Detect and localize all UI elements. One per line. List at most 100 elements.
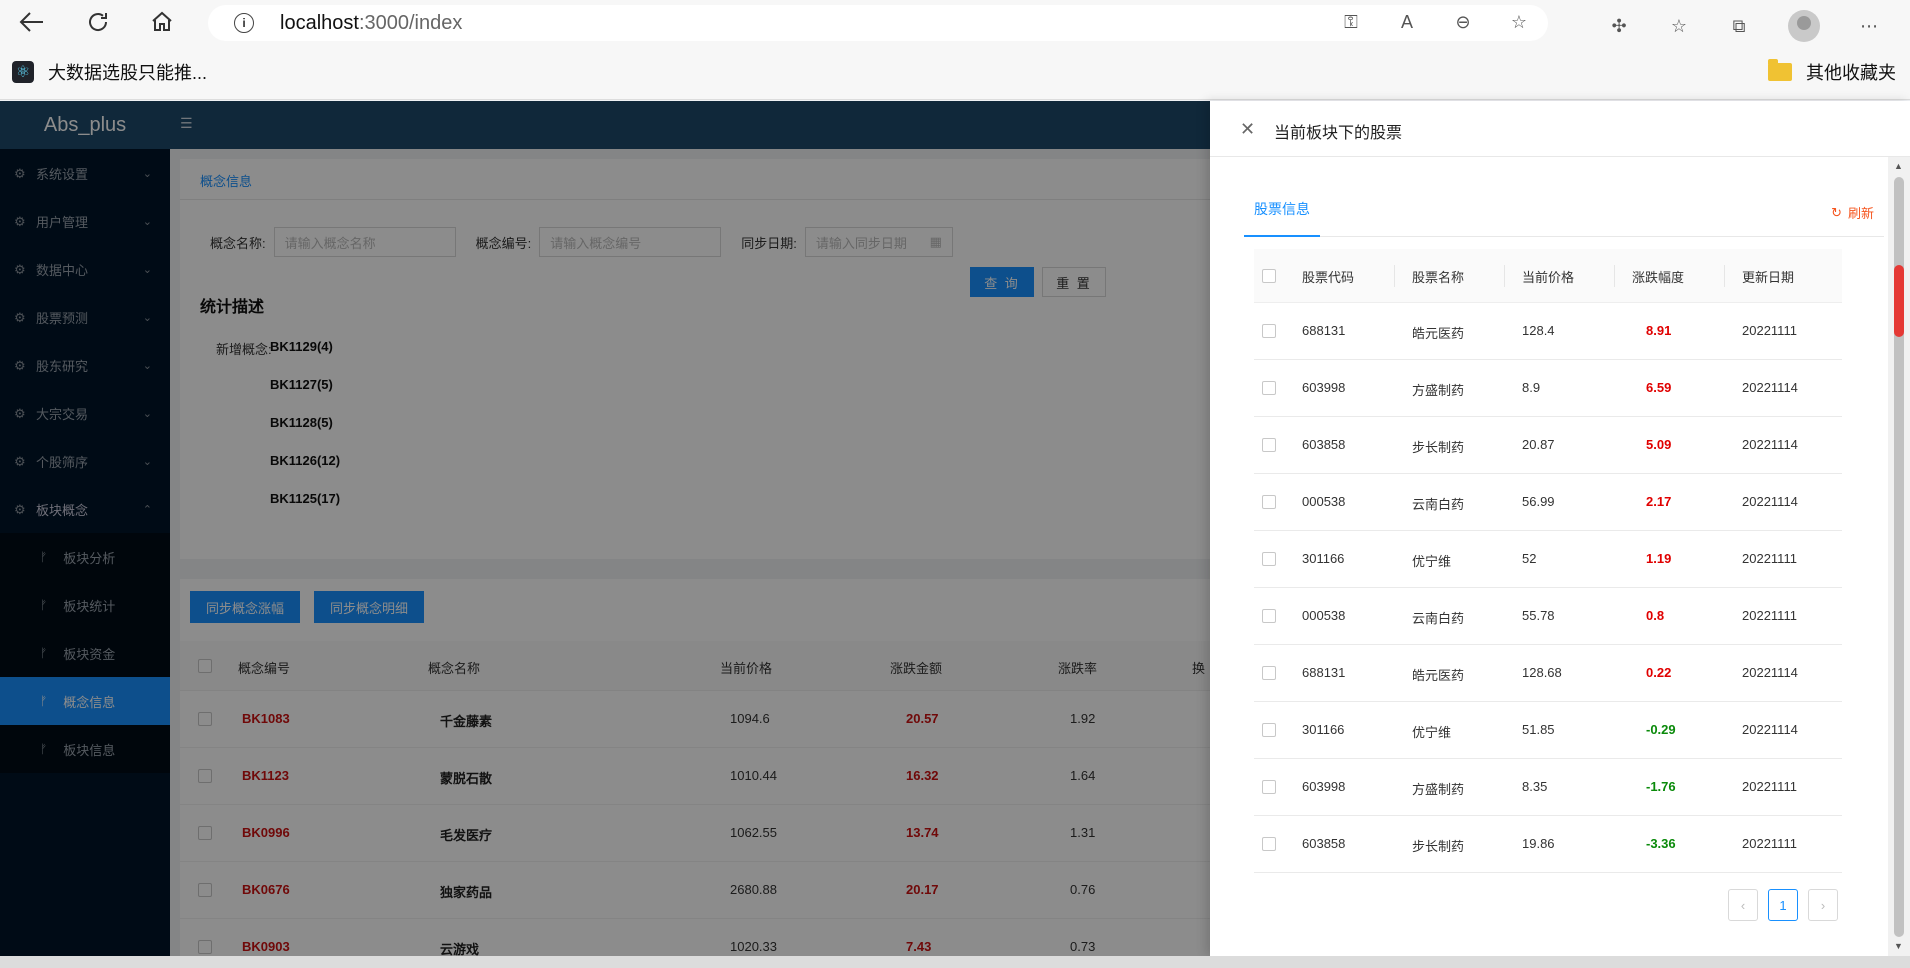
close-icon[interactable]: ✕ <box>1240 119 1255 140</box>
next-page-button[interactable]: › <box>1808 889 1838 921</box>
scroll-thumb[interactable] <box>1894 265 1904 337</box>
row-checkbox[interactable] <box>1262 780 1276 794</box>
row-checkbox[interactable] <box>1262 609 1276 623</box>
zoom-out-icon[interactable]: ⊖ <box>1452 11 1474 33</box>
extensions-icon[interactable]: ✣ <box>1608 15 1630 37</box>
header-current-price[interactable]: 当前价格 <box>1522 267 1574 286</box>
stock-price-cell: 19.86 <box>1522 836 1555 851</box>
stock-name-cell: 步长制药 <box>1412 440 1465 455</box>
address-bar[interactable]: i localhost:3000/index ⚿ A ⊖ ☆ <box>208 5 1548 41</box>
column-separator <box>1394 265 1395 287</box>
stock-code-cell: 603998 <box>1302 380 1346 395</box>
reload-button[interactable] <box>76 0 120 44</box>
stock-row[interactable]: 603858 步长制药 20.87 5.09 20221114 <box>1254 417 1842 474</box>
stock-row[interactable]: 603998 方盛制药 8.9 6.59 20221114 <box>1254 360 1842 417</box>
bookmarks-bar: ⚛ 大数据选股只能推... 其他收藏夹 <box>0 45 1910 100</box>
row-checkbox[interactable] <box>1262 381 1276 395</box>
header-change-percent[interactable]: 涨跌幅度 <box>1632 267 1684 286</box>
stock-code-cell: 301166 <box>1302 551 1345 566</box>
home-button[interactable] <box>140 0 184 44</box>
stock-code-cell: 301166 <box>1302 722 1345 737</box>
stock-row[interactable]: 688131 皓元医药 128.4 8.91 20221111 <box>1254 303 1842 360</box>
stock-price-cell: 8.9 <box>1522 380 1541 395</box>
stock-row[interactable]: 301166 优宁维 52 1.19 20221111 <box>1254 531 1842 588</box>
refresh-icon: ↻ <box>1831 204 1842 220</box>
scroll-down-icon[interactable]: ▼ <box>1894 941 1903 951</box>
column-separator <box>1614 265 1615 287</box>
more-icon[interactable]: ⋯ <box>1858 15 1880 37</box>
drawer-scrollbar[interactable]: ▲ ▼ <box>1888 157 1910 956</box>
reload-icon <box>89 13 108 31</box>
favorites-icon[interactable]: ☆ <box>1668 15 1690 37</box>
folder-icon <box>1768 59 1792 81</box>
stock-row[interactable]: 000538 云南白药 56.99 2.17 20221114 <box>1254 474 1842 531</box>
stock-price-cell: 56.99 <box>1522 494 1555 509</box>
stock-date-cell: 20221111 <box>1742 608 1797 623</box>
refresh-button[interactable]: ↻ 刷新 <box>1831 203 1874 222</box>
stock-name-cell: 皓元医药 <box>1412 326 1465 341</box>
key-icon[interactable]: ⚿ <box>1340 11 1362 33</box>
row-checkbox[interactable] <box>1262 837 1276 851</box>
stock-change-cell: 2.17 <box>1646 494 1672 509</box>
select-all-checkbox[interactable] <box>1262 269 1276 283</box>
page-number-button[interactable]: 1 <box>1768 889 1798 921</box>
stock-row[interactable]: 000538 云南白药 55.78 0.8 20221111 <box>1254 588 1842 645</box>
drawer-tabs: 股票信息 ↻ 刷新 <box>1244 199 1884 237</box>
stock-change-cell: 1.19 <box>1646 551 1672 566</box>
bookmark-item[interactable]: ⚛ 大数据选股只能推... <box>12 59 207 85</box>
stock-date-cell: 20221111 <box>1742 836 1797 851</box>
stock-price-cell: 52 <box>1522 551 1537 566</box>
row-checkbox[interactable] <box>1262 552 1276 566</box>
add-favorite-icon[interactable]: ☆ <box>1508 11 1530 33</box>
collections-icon[interactable]: ⧉ <box>1728 15 1750 37</box>
stock-code-cell: 000538 <box>1302 494 1346 509</box>
stock-change-cell: -1.76 <box>1646 779 1676 794</box>
stock-price-cell: 128.4 <box>1522 323 1555 338</box>
stock-name-cell: 云南白药 <box>1412 497 1465 512</box>
row-checkbox[interactable] <box>1262 723 1276 737</box>
back-button[interactable] <box>10 0 54 44</box>
row-checkbox[interactable] <box>1262 495 1276 509</box>
stock-change-cell: 5.09 <box>1646 437 1672 452</box>
stock-date-cell: 20221114 <box>1742 380 1798 395</box>
stock-code-cell: 603858 <box>1302 836 1346 851</box>
other-bookmarks[interactable]: 其他收藏夹 <box>1768 59 1896 85</box>
stock-row[interactable]: 603998 方盛制药 8.35 -1.76 20221111 <box>1254 759 1842 816</box>
stock-row[interactable]: 603858 步长制药 19.86 -3.36 20221111 <box>1254 816 1842 873</box>
app-root: Abs_plus ⚙ 系统设置 ⌄ ⚙ 用户管理 ⌄ ⚙ 数据中心 ⌄ ⚙ 股票预测 ⌄ ⚙ 股东… <box>0 101 1910 959</box>
drawer-mask[interactable] <box>0 101 1210 956</box>
read-aloud-icon[interactable]: A <box>1396 11 1418 33</box>
stock-date-cell: 20221111 <box>1742 551 1797 566</box>
stock-date-cell: 20221114 <box>1742 665 1798 680</box>
row-checkbox[interactable] <box>1262 666 1276 680</box>
row-checkbox[interactable] <box>1262 324 1276 338</box>
header-stock-code[interactable]: 股票代码 <box>1302 267 1354 286</box>
stock-date-cell: 20221111 <box>1742 323 1797 338</box>
stock-name-cell: 优宁维 <box>1412 725 1452 740</box>
scroll-up-icon[interactable]: ▲ <box>1894 161 1903 171</box>
stock-drawer: ✕ 当前板块下的股票 股票信息 ↻ 刷新 股票代码 股票名称 当前价格 涨跌幅度… <box>1210 101 1910 956</box>
row-checkbox[interactable] <box>1262 438 1276 452</box>
stock-price-cell: 51.85 <box>1522 722 1555 737</box>
url-text[interactable]: localhost:3000/index <box>280 12 462 35</box>
stock-code-cell: 688131 <box>1302 323 1346 338</box>
stock-row[interactable]: 301166 优宁维 51.85 -0.29 20221114 <box>1254 702 1842 759</box>
header-stock-name[interactable]: 股票名称 <box>1412 267 1464 286</box>
stock-change-cell: 8.91 <box>1646 323 1672 338</box>
header-update-date[interactable]: 更新日期 <box>1742 267 1794 286</box>
stock-date-cell: 20221114 <box>1742 722 1798 737</box>
stock-row[interactable]: 688131 皓元医药 128.68 0.22 20221114 <box>1254 645 1842 702</box>
prev-page-button[interactable]: ‹ <box>1728 889 1758 921</box>
other-bookmarks-label: 其他收藏夹 <box>1806 63 1896 83</box>
stock-code-cell: 000538 <box>1302 608 1346 623</box>
tab-stock-info[interactable]: 股票信息 <box>1244 199 1320 237</box>
column-separator <box>1504 265 1505 287</box>
stock-date-cell: 20221114 <box>1742 437 1798 452</box>
stock-name-cell: 云南白药 <box>1412 611 1465 626</box>
stock-price-cell: 8.35 <box>1522 779 1548 794</box>
profile-avatar[interactable] <box>1788 10 1820 42</box>
drawer-header: ✕ 当前板块下的股票 <box>1210 101 1910 157</box>
stock-date-cell: 20221111 <box>1742 779 1797 794</box>
stock-price-cell: 55.78 <box>1522 608 1555 623</box>
site-info-icon[interactable]: i <box>234 13 254 33</box>
